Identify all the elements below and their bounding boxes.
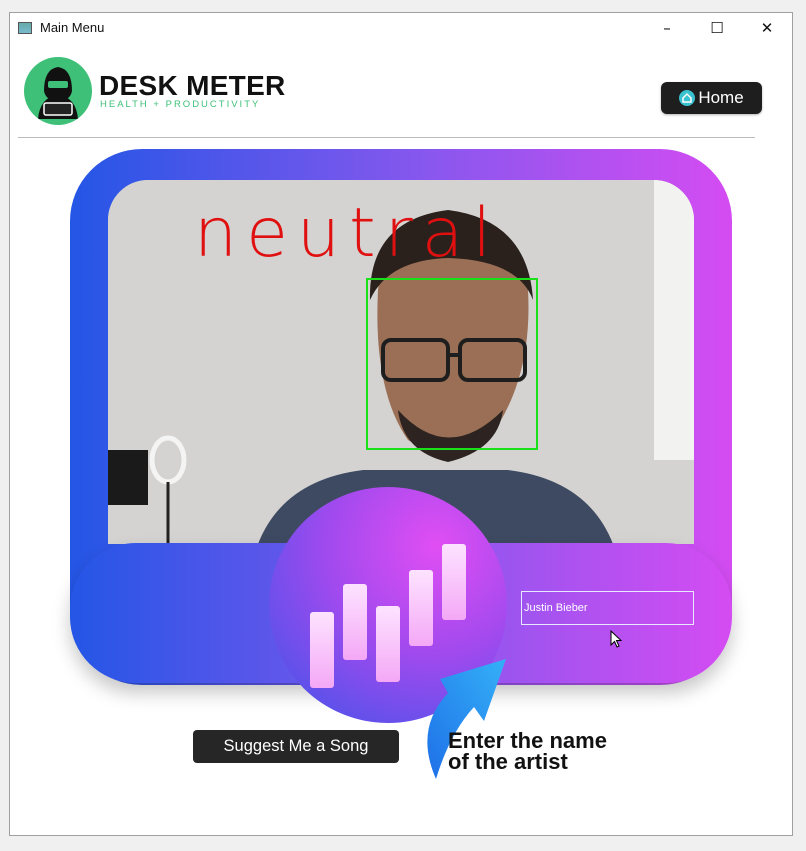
close-button[interactable]: ✕ xyxy=(744,13,790,43)
window-title: Main Menu xyxy=(40,20,105,35)
mouse-cursor-icon xyxy=(610,630,623,648)
main-window: Main Menu – ☐ ✕ DESK METER HEALTH + PROD… xyxy=(9,12,793,836)
brand-name: DESK METER xyxy=(99,70,286,101)
header-divider xyxy=(18,137,755,138)
emotion-label: neutral xyxy=(194,194,501,273)
home-button[interactable]: Home xyxy=(661,82,762,114)
app-icon xyxy=(18,22,32,34)
brand-tagline: HEALTH + PRODUCTIVITY xyxy=(100,99,261,110)
title-bar: Main Menu – ☐ ✕ xyxy=(10,13,792,43)
face-detection-box xyxy=(366,278,538,450)
maximize-button[interactable]: ☐ xyxy=(694,13,740,43)
logo-hacker-icon xyxy=(24,57,92,125)
minimize-button[interactable]: – xyxy=(644,13,690,43)
suggest-song-button[interactable]: Suggest Me a Song xyxy=(193,730,399,763)
home-button-label: Home xyxy=(698,88,744,107)
home-icon xyxy=(679,90,696,106)
artist-name-input[interactable] xyxy=(521,591,694,625)
artist-hint-line1: Enter the name xyxy=(448,728,607,753)
artist-hint: Enter the name of the artist xyxy=(448,728,607,774)
artist-hint-line2: of the artist xyxy=(448,749,568,774)
